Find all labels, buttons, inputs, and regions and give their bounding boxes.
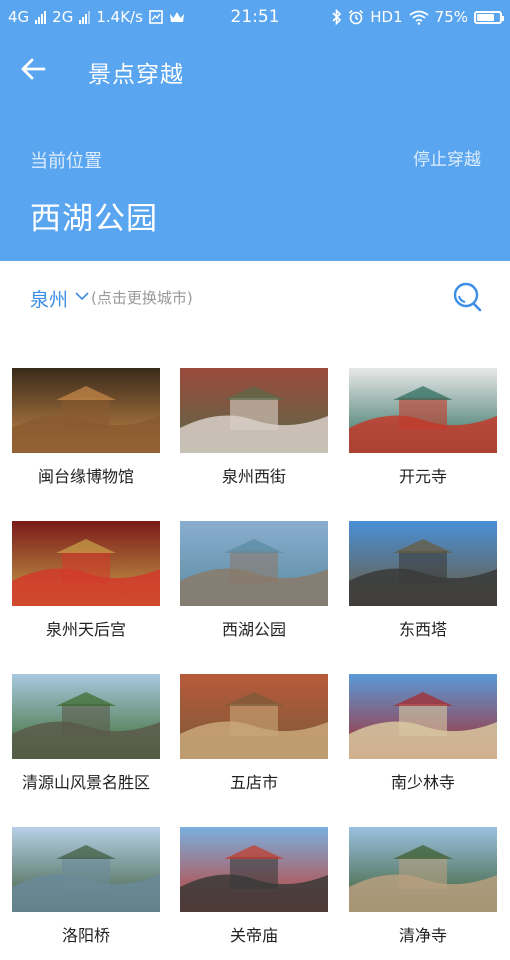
attraction-name[interactable]: 西湖公园 bbox=[170, 616, 338, 640]
attraction-name[interactable]: 东西塔 bbox=[339, 616, 507, 640]
current-location-label: 当前位置 bbox=[30, 151, 102, 172]
status-bar: 4G 2G 1.4K/s 21:51 HD1 75% bbox=[0, 0, 510, 36]
attraction-photo[interactable] bbox=[349, 674, 497, 759]
attraction-name[interactable]: 泉州天后宫 bbox=[2, 616, 170, 640]
city-selector[interactable]: 泉州 bbox=[30, 285, 68, 312]
back-arrow-icon[interactable] bbox=[18, 54, 48, 84]
status-right: HD1 75% bbox=[331, 8, 504, 26]
bluetooth-icon bbox=[332, 9, 342, 25]
hd-indicator: HD1 bbox=[370, 8, 403, 26]
attraction-name[interactable]: 洛阳桥 bbox=[2, 922, 170, 946]
title-bar: 景点穿越 bbox=[0, 44, 510, 94]
attraction-photo[interactable] bbox=[180, 521, 328, 606]
stop-travel-button[interactable]: 停止穿越 bbox=[413, 145, 481, 170]
current-location-value: 西湖公园 bbox=[30, 201, 158, 237]
battery-percent: 75% bbox=[434, 8, 468, 26]
attraction-photo[interactable] bbox=[12, 827, 160, 912]
attraction-name[interactable]: 南少林寺 bbox=[339, 769, 507, 793]
attraction-name[interactable]: 泉州西街 bbox=[170, 463, 338, 487]
attraction-photo[interactable] bbox=[180, 368, 328, 453]
attraction-name[interactable]: 五店市 bbox=[170, 769, 338, 793]
battery-level bbox=[477, 13, 494, 21]
attraction-name[interactable]: 开元寺 bbox=[339, 463, 507, 487]
wifi-icon bbox=[409, 10, 429, 25]
city-change-hint[interactable]: (点击更换城市) bbox=[91, 287, 193, 308]
city-selector-bar: 泉州 (点击更换城市) bbox=[0, 261, 510, 334]
header: 4G 2G 1.4K/s 21:51 HD1 75% 景点穿越 当前位置 停止穿… bbox=[0, 0, 510, 261]
attraction-photo[interactable] bbox=[180, 827, 328, 912]
page-title: 景点穿越 bbox=[88, 62, 184, 88]
chevron-down-icon[interactable] bbox=[74, 290, 90, 302]
attraction-photo[interactable] bbox=[12, 521, 160, 606]
attraction-photo[interactable] bbox=[349, 521, 497, 606]
attraction-name[interactable]: 清源山风景名胜区 bbox=[2, 769, 170, 793]
attraction-photo[interactable] bbox=[180, 674, 328, 759]
attraction-photo[interactable] bbox=[12, 674, 160, 759]
attraction-photo[interactable] bbox=[12, 368, 160, 453]
attraction-name[interactable]: 清净寺 bbox=[339, 922, 507, 946]
battery-icon bbox=[474, 10, 504, 24]
attraction-name[interactable]: 闽台缘博物馆 bbox=[2, 463, 170, 487]
attraction-photo[interactable] bbox=[349, 368, 497, 453]
attraction-grid: 闽台缘博物馆 泉州西街 开元寺泉州天后宫 西湖公园 东西塔清源山风景名胜区 五店市 南少林寺… bbox=[0, 333, 510, 960]
search-icon[interactable] bbox=[452, 281, 482, 313]
alarm-icon bbox=[349, 9, 364, 25]
attraction-photo[interactable] bbox=[349, 827, 497, 912]
attraction-name[interactable]: 关帝庙 bbox=[170, 922, 338, 946]
